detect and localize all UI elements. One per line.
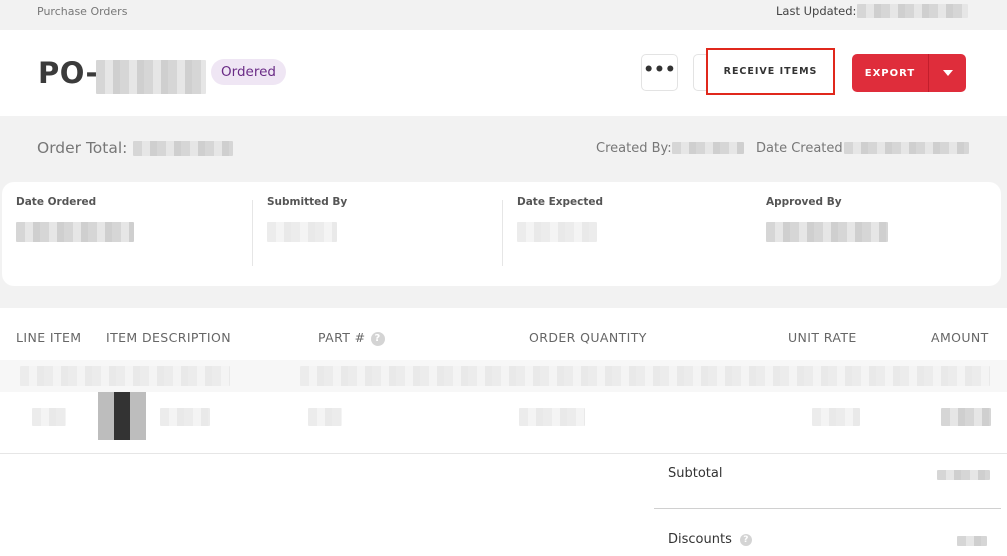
receive-items-label: RECEIVE ITEMS: [723, 66, 818, 77]
cell-redacted: [20, 366, 230, 386]
column-header-amount[interactable]: AMOUNT: [931, 330, 989, 345]
detail-label: Approved By: [766, 196, 842, 208]
line-items-table: LINE ITEM ITEM DESCRIPTION PART #? ORDER…: [0, 308, 1007, 556]
po-header: PO- Ordered ••• RECEIVE ITEMS EXPORT: [0, 30, 1007, 116]
detail-label: Date Ordered: [16, 196, 97, 208]
detail-submitted-by: Submitted By: [267, 196, 348, 242]
detail-value-redacted: [267, 222, 337, 242]
column-header-line-item[interactable]: LINE ITEM: [16, 330, 81, 345]
detail-date-expected: Date Expected: [517, 196, 604, 242]
order-summary-row: Order Total: Created By: Date Created:: [0, 116, 1007, 180]
unit-rate-cell-redacted: [812, 408, 860, 426]
order-total-value-redacted: [133, 141, 233, 156]
detail-value-redacted: [16, 222, 134, 242]
divider: [502, 200, 503, 266]
details-card: Date Ordered Submitted By Date Expected …: [2, 182, 1001, 286]
order-quantity-cell-redacted: [519, 408, 585, 426]
item-description-cell-redacted: [160, 408, 210, 426]
table-row-redacted: [0, 360, 1007, 392]
last-updated-label: Last Updated:: [776, 4, 857, 18]
top-bar: Purchase Orders Last Updated:: [0, 0, 1007, 30]
column-header-part-number[interactable]: PART #?: [318, 330, 385, 346]
po-number-redacted: [96, 60, 206, 94]
subtotal-value-redacted: [937, 470, 990, 480]
detail-date-ordered: Date Ordered: [16, 196, 134, 242]
status-badge: Ordered: [211, 59, 286, 85]
order-total-label: Order Total:: [37, 139, 128, 157]
ellipsis-icon: •••: [643, 60, 676, 80]
item-thumbnail: [98, 392, 146, 440]
receive-items-button[interactable]: RECEIVE ITEMS: [706, 48, 835, 95]
discounts-row: Discounts?: [668, 532, 752, 547]
export-label: EXPORT: [864, 67, 916, 79]
help-icon[interactable]: ?: [739, 534, 752, 546]
date-created-value-redacted: [844, 142, 969, 154]
subtotal-label: Subtotal: [668, 466, 723, 481]
amount-cell-redacted: [941, 408, 991, 426]
column-header-unit-rate[interactable]: UNIT RATE: [788, 330, 857, 345]
cell-redacted: [300, 366, 990, 386]
detail-label: Submitted By: [267, 196, 348, 208]
detail-value-redacted: [766, 222, 888, 242]
button-group-edge: [693, 54, 707, 91]
column-header-order-quantity[interactable]: ORDER QUANTITY: [529, 330, 647, 345]
more-options-button[interactable]: •••: [641, 54, 678, 91]
discounts-label: Discounts: [668, 532, 732, 547]
last-updated-value-redacted: [857, 4, 968, 18]
date-created-label: Date Created:: [756, 141, 848, 156]
detail-approved-by: Approved By: [766, 196, 888, 242]
detail-value-redacted: [517, 222, 597, 242]
export-button[interactable]: EXPORT: [852, 54, 928, 92]
detail-label: Date Expected: [517, 196, 604, 208]
part-number-cell-redacted: [308, 408, 342, 426]
column-header-label: PART #: [318, 330, 366, 345]
help-icon[interactable]: ?: [370, 332, 385, 346]
export-dropdown-button[interactable]: [929, 54, 966, 92]
caret-down-icon: [942, 70, 953, 76]
export-split-button: EXPORT: [852, 54, 966, 92]
created-by-value-redacted: [672, 142, 744, 154]
divider: [252, 200, 253, 266]
column-header-item-description[interactable]: ITEM DESCRIPTION: [106, 330, 231, 345]
table-row[interactable]: [0, 392, 1007, 454]
line-item-cell-redacted: [32, 408, 66, 426]
breadcrumb[interactable]: Purchase Orders: [37, 5, 127, 18]
discounts-value-redacted: [957, 536, 987, 546]
created-by-label: Created By:: [596, 141, 672, 156]
summary-divider: [654, 508, 1001, 509]
page-title: PO-: [38, 56, 98, 90]
